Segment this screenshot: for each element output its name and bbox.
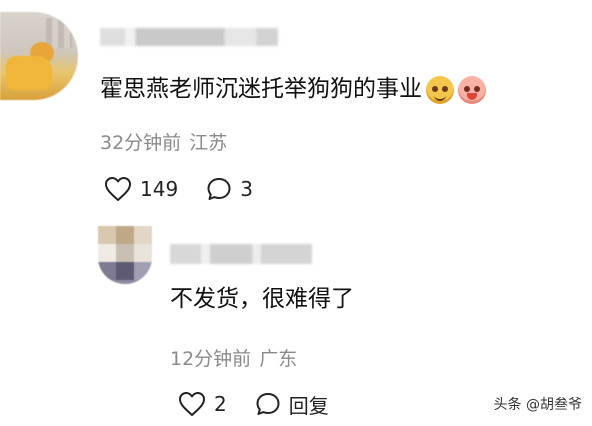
reply-location: 广东 — [259, 348, 298, 370]
grin-face-emoji — [426, 75, 454, 104]
reply-like-count: 2 — [214, 392, 227, 416]
avatar-figure-body — [6, 56, 52, 90]
avatar-mosaic-cell — [134, 262, 152, 280]
heart-outline-icon — [105, 177, 131, 201]
reply-count: 3 — [240, 177, 253, 201]
reply-name-redacted[interactable] — [170, 244, 312, 264]
reply-button[interactable]: 回复 — [255, 390, 329, 419]
avatar-mosaic-cell — [116, 262, 134, 280]
comment-location: 江苏 — [189, 132, 228, 154]
reply-actions: 2 回复 — [178, 388, 329, 420]
avatar-mosaic — [46, 18, 72, 48]
comment-meta: 32分钟前 江苏 — [100, 128, 227, 155]
comment-actions: 149 3 — [104, 174, 253, 204]
speech-bubble-outline-icon — [207, 178, 231, 200]
reply-count-button[interactable]: 3 — [206, 176, 253, 202]
comment-time: 32分钟前 — [100, 132, 182, 154]
avatar-mosaic-cell — [116, 226, 134, 244]
comment-text: 霍思燕老师沉迷托举狗狗的事业 — [100, 72, 486, 106]
like-count: 149 — [140, 177, 179, 201]
reply-text: 不发货，很难得了 — [170, 286, 354, 312]
heart-outline-icon — [179, 392, 205, 416]
speech-bubble-outline-icon — [256, 393, 280, 415]
reply-like-button[interactable]: 2 — [178, 391, 227, 417]
reply-meta: 12分钟前 广东 — [170, 344, 297, 371]
like-button[interactable]: 149 — [104, 176, 178, 202]
avatar-mosaic-cell — [134, 244, 152, 262]
avatar-mosaic-cell — [116, 244, 134, 262]
avatar-mosaic-cell — [134, 226, 152, 244]
comment-body: 霍思燕老师沉迷托举狗狗的事业 — [100, 76, 422, 102]
commenter-avatar[interactable] — [0, 12, 78, 100]
commenter-name-redacted[interactable] — [100, 28, 278, 46]
reply-button-label: 回复 — [288, 393, 329, 418]
reply-time: 12分钟前 — [170, 348, 252, 370]
reply-avatar[interactable] — [98, 226, 152, 284]
avatar-mosaic-cell — [98, 244, 116, 262]
avatar-mosaic-cell — [98, 226, 116, 244]
laughing-face-emoji — [458, 75, 486, 104]
avatar-mosaic-cell — [98, 262, 116, 280]
source-watermark: 头条 @胡叁爷 — [493, 397, 582, 413]
